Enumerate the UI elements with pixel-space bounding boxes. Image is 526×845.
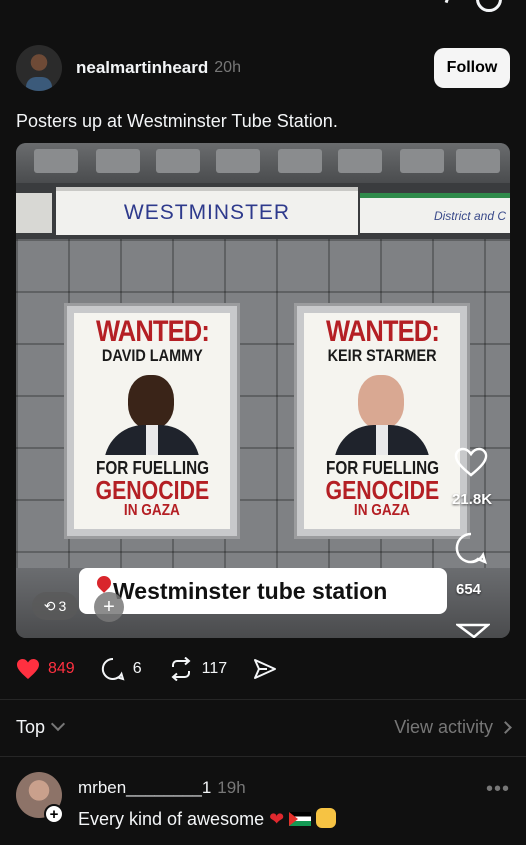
chevron-down-icon[interactable]	[50, 716, 66, 732]
reply-timestamp: 19h	[217, 778, 246, 797]
reply-username[interactable]: mrben________1	[78, 778, 211, 797]
view-activity-label: View activity	[394, 716, 493, 737]
divider	[0, 699, 526, 700]
poster-lammy: WANTED: DAVID LAMMY FOR FUELLING GENOCID…	[64, 303, 240, 539]
top-bar-ring-icon[interactable]	[476, 0, 502, 12]
remix-icon: ⟲	[43, 597, 56, 614]
poster-content: WANTED: KEIR STARMER FOR FUELLING GENOCI…	[304, 313, 460, 529]
overlay-share-icon[interactable]	[456, 623, 490, 638]
station-ceiling	[16, 143, 510, 183]
poster-content: WANTED: DAVID LAMMY FOR FUELLING GENOCID…	[74, 313, 230, 529]
poster-genocide-text: GENOCIDE	[95, 475, 209, 505]
poster-wanted-text: WANTED:	[325, 315, 439, 348]
remix-count: 3	[58, 598, 67, 614]
top-bar-fragment	[444, 0, 502, 12]
station-sign: WESTMINSTER	[56, 187, 358, 235]
add-plus-icon[interactable]: +	[94, 592, 124, 622]
poster-photo	[92, 369, 212, 455]
location-sticker-label: Westminster tube station	[113, 577, 388, 604]
raised-fist-emoji-icon	[316, 808, 337, 828]
poster-genocide-text: GENOCIDE	[325, 475, 439, 505]
post-header: nealmartinheard 20h Follow	[16, 44, 510, 92]
share-button[interactable]	[253, 658, 277, 680]
author-username[interactable]: nealmartinheard	[76, 58, 208, 78]
view-activity-link[interactable]: View activity	[394, 716, 512, 738]
replies-filter-row: Top View activity	[16, 712, 512, 742]
post-caption: Posters up at Westminster Tube Station.	[16, 111, 338, 131]
comment-count: 6	[132, 660, 142, 677]
author-avatar[interactable]	[16, 45, 62, 91]
poster-starmer: WANTED: KEIR STARMER FOR FUELLING GENOCI…	[294, 303, 470, 539]
post-actions: 849 6 117	[16, 654, 303, 684]
like-count: 849	[48, 660, 75, 677]
follow-plus-icon[interactable]: +	[44, 804, 64, 824]
palestine-flag-icon	[289, 812, 312, 826]
chevron-right-icon	[499, 720, 512, 734]
repost-button[interactable]: 117	[168, 657, 228, 681]
reply-username-row: mrben________1 19h	[78, 778, 246, 798]
poster-gaza-text: IN GAZA	[354, 502, 410, 519]
poster-photo	[322, 369, 442, 455]
poster-gaza-text: IN GAZA	[124, 502, 180, 519]
heart-filled-icon	[17, 659, 39, 679]
line-sign: District and C	[360, 193, 510, 233]
overlay-comment-icon[interactable]	[454, 531, 488, 565]
top-bar-icon-fragment	[444, 0, 453, 4]
more-options-icon[interactable]: •••	[486, 778, 510, 801]
comment-icon	[101, 657, 125, 681]
post-media[interactable]: WESTMINSTER District and C WANTED: DAVID…	[16, 143, 510, 638]
comment-button[interactable]: 6	[101, 657, 142, 681]
reply-text: Every kind of awesome	[78, 809, 265, 829]
send-icon	[254, 659, 277, 679]
poster-name-text: KEIR STARMER	[327, 346, 437, 365]
reply-text-row: Every kind of awesome ❤	[78, 808, 337, 830]
repost-icon	[171, 657, 191, 681]
divider	[0, 756, 526, 757]
overlay-likes-count: 21.8K	[452, 491, 493, 508]
like-button[interactable]: 849	[16, 658, 75, 680]
follow-button[interactable]: Follow	[434, 48, 510, 88]
overlay-heart-icon[interactable]	[454, 447, 488, 477]
post-timestamp: 20h	[214, 59, 241, 76]
poster-name-text: DAVID LAMMY	[101, 346, 203, 365]
repost-count: 117	[201, 660, 228, 677]
sort-dropdown-label[interactable]: Top	[16, 717, 45, 738]
overlay-comments-count: 654	[456, 581, 482, 598]
red-heart-emoji-icon: ❤	[269, 809, 285, 829]
sign-left-panel	[16, 193, 52, 233]
reply-item: + mrben________1 19h Every kind of awesom…	[16, 772, 510, 832]
location-sticker[interactable]: Westminster tube station	[79, 568, 447, 614]
remix-chip[interactable]: ⟲ 3	[32, 592, 78, 620]
poster-wanted-text: WANTED:	[95, 315, 209, 348]
